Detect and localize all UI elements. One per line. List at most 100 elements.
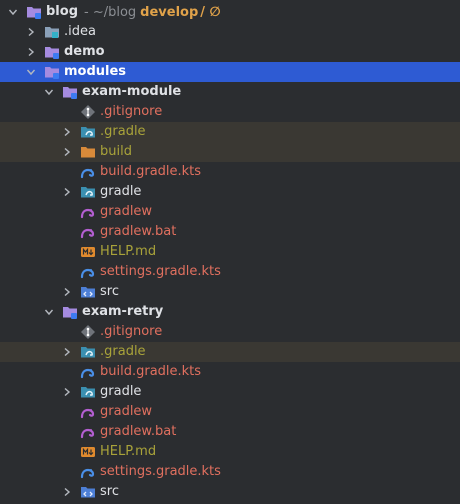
tree-node-src[interactable]: src [0, 282, 460, 302]
chevron-right-icon[interactable] [60, 382, 74, 402]
tree-node-gradlew[interactable]: gradlew [0, 402, 460, 422]
tree-node-label: build.gradle.kts [100, 164, 202, 179]
gradlew-icon [80, 224, 96, 240]
project-path: - ~/blog [84, 4, 137, 20]
chevron-right-icon[interactable] [60, 122, 74, 142]
tree-node-label: .gradle [100, 124, 146, 139]
tree-node-build[interactable]: build [0, 142, 460, 162]
tree-node-modules[interactable]: modules [0, 62, 460, 82]
tree-node-label: src [100, 484, 119, 499]
tree-node-help-md[interactable]: HELP.md [0, 442, 460, 462]
chevron-right-icon[interactable] [24, 22, 38, 42]
tree-node-build-gradle-kts[interactable]: build.gradle.kts [0, 362, 460, 382]
tree-node-label: settings.gradle.kts [100, 464, 221, 479]
tree-node-label: gradlew [100, 404, 153, 419]
git-icon [80, 324, 96, 340]
tree-node-gitignore[interactable]: .gitignore [0, 322, 460, 342]
markdown-icon [80, 444, 96, 460]
tree-node-gradle[interactable]: .gradle [0, 122, 460, 142]
tree-node-label: blog [46, 4, 78, 19]
gradle-folder-icon [80, 184, 96, 200]
tree-node-label: exam-retry [82, 304, 164, 319]
chevron-right-icon[interactable] [60, 142, 74, 162]
module-folder-icon [26, 4, 42, 20]
tree-node-gradle[interactable]: gradle [0, 182, 460, 202]
folder-icon [44, 24, 60, 40]
tree-node-demo[interactable]: demo [0, 42, 460, 62]
chevron-down-icon[interactable] [42, 82, 56, 102]
tree-node-label: .gradle [100, 344, 146, 359]
tree-node-label: modules [64, 64, 127, 79]
tree-node-exam-module[interactable]: exam-module [0, 82, 460, 102]
tree-node-label: gradle [100, 184, 142, 199]
chevron-down-icon[interactable] [6, 2, 20, 22]
git-icon [80, 104, 96, 120]
tree-node-gradlew-bat[interactable]: gradlew.bat [0, 422, 460, 442]
tree-node-label: build.gradle.kts [100, 364, 202, 379]
tree-node-label: .gitignore [100, 324, 163, 339]
chevron-down-icon[interactable] [42, 302, 56, 322]
tree-node-build-gradle-kts[interactable]: build.gradle.kts [0, 162, 460, 182]
tree-node-blog[interactable]: blog - ~/blog develop / ∅ [0, 2, 460, 22]
tree-node-gradle[interactable]: .gradle [0, 342, 460, 362]
source-folder-icon [80, 284, 96, 300]
tree-node-label: .idea [64, 24, 96, 39]
orange-folder-icon [80, 144, 96, 160]
module-folder-icon [62, 84, 78, 100]
tree-node-label: exam-module [82, 84, 182, 99]
tree-node-gitignore[interactable]: .gitignore [0, 102, 460, 122]
gradle-icon [80, 164, 96, 180]
gradlew-icon [80, 204, 96, 220]
source-folder-icon [80, 484, 96, 500]
gradlew-icon [80, 404, 96, 420]
project-tree: blog - ~/blog develop / ∅ .idea demo modules ex… [0, 0, 460, 504]
gradle-folder-icon [80, 384, 96, 400]
tree-node-settings-gradle-kts[interactable]: settings.gradle.kts [0, 462, 460, 482]
module-folder-icon [44, 44, 60, 60]
tree-node-label: src [100, 284, 119, 299]
module-folder-icon [62, 304, 78, 320]
tree-node-help-md[interactable]: HELP.md [0, 242, 460, 262]
tree-node-label: settings.gradle.kts [100, 264, 221, 279]
tree-node-label: gradlew [100, 204, 153, 219]
tree-node-label: gradlew.bat [100, 424, 177, 439]
chevron-right-icon[interactable] [60, 342, 74, 362]
chevron-right-icon[interactable] [60, 282, 74, 302]
chevron-right-icon[interactable] [24, 42, 38, 62]
gradle-icon [80, 264, 96, 280]
gradlew-icon [80, 424, 96, 440]
gradle-folder-icon [80, 344, 96, 360]
tree-node-exam-retry[interactable]: exam-retry [0, 302, 460, 322]
tree-node-label: gradle [100, 384, 142, 399]
tree-node-label: HELP.md [100, 244, 157, 259]
tree-node-src[interactable]: src [0, 482, 460, 502]
tree-node-idea[interactable]: .idea [0, 22, 460, 42]
chevron-right-icon[interactable] [60, 182, 74, 202]
tree-node-label: gradlew.bat [100, 224, 177, 239]
gradle-icon [80, 364, 96, 380]
tree-node-label: build [100, 144, 132, 159]
gradle-icon [80, 464, 96, 480]
tree-node-gradlew-bat[interactable]: gradlew.bat [0, 222, 460, 242]
chevron-right-icon[interactable] [60, 482, 74, 502]
git-branch-label: develop [140, 4, 199, 20]
tree-node-label: demo [64, 44, 105, 59]
git-branch-suffix: / ∅ [200, 4, 221, 20]
chevron-down-icon[interactable] [24, 62, 38, 82]
tree-node-settings-gradle-kts[interactable]: settings.gradle.kts [0, 262, 460, 282]
tree-node-gradle[interactable]: gradle [0, 382, 460, 402]
tree-node-gradlew[interactable]: gradlew [0, 202, 460, 222]
tree-node-label: .gitignore [100, 104, 163, 119]
